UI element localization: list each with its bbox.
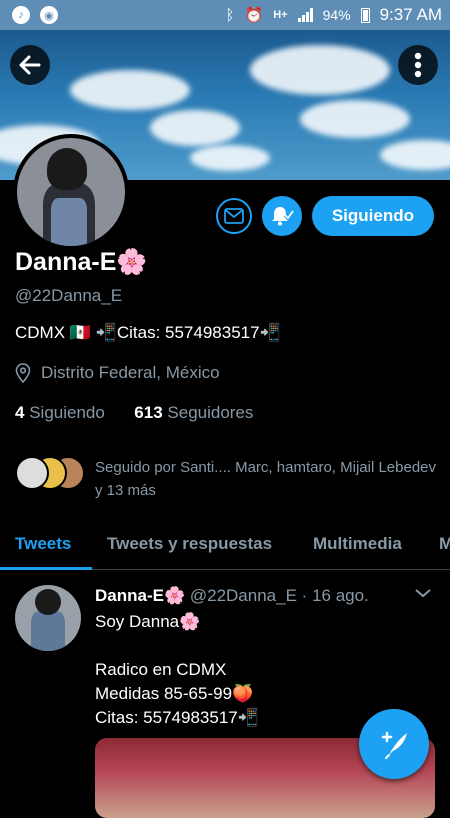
- tab-tweets-replies[interactable]: Tweets y respuestas: [107, 534, 272, 554]
- followed-by-text: Seguido por Santi.... Marc, hamtaro, Mij…: [95, 459, 437, 499]
- tab-tweets[interactable]: Tweets: [15, 534, 71, 554]
- location-pin-icon: [15, 363, 31, 383]
- tweet-date[interactable]: 16 ago.: [312, 586, 369, 605]
- following-button[interactable]: Siguiendo: [311, 196, 434, 236]
- profile-actions: Siguiendo: [215, 196, 434, 236]
- mail-icon: [223, 208, 244, 224]
- tweet-text: Soy Danna🌸 Radico en CDMX Medidas 85-65-…: [95, 610, 259, 730]
- profile-bio: CDMX 🇲🇽 📲Citas: 5574983517📲: [15, 323, 281, 342]
- tweet-header: Danna-E🌸 @22Danna_E · 16 ago.: [95, 586, 369, 606]
- tab-media[interactable]: Multimedia: [313, 534, 402, 554]
- music-note-icon: ♪: [12, 6, 30, 24]
- arrow-left-icon: [19, 55, 41, 75]
- location-text: Distrito Federal, México: [41, 363, 220, 382]
- bluetooth-icon: ᛒ: [225, 6, 235, 24]
- profile-location: Distrito Federal, México: [15, 363, 220, 383]
- avatar: [15, 456, 49, 490]
- following-label: Siguiendo: [29, 403, 105, 422]
- compose-tweet-button[interactable]: [359, 709, 429, 779]
- followers-label: Seguidores: [167, 403, 254, 422]
- tweet-line: Radico en CDMX: [95, 660, 227, 679]
- back-button[interactable]: [10, 45, 50, 85]
- followed-by[interactable]: Seguido por Santi.... Marc, hamtaro, Mij…: [15, 456, 445, 502]
- active-tab-indicator: [0, 567, 92, 570]
- clock: 9:37 AM: [379, 5, 442, 24]
- tweet-avatar[interactable]: [15, 585, 81, 651]
- signal-icon: [297, 8, 313, 22]
- battery-level: 94%: [322, 7, 351, 23]
- following-count: 4: [15, 403, 25, 422]
- tweet-author-name[interactable]: Danna-E🌸: [95, 586, 185, 605]
- tab-likes[interactable]: M: [439, 534, 450, 554]
- tweet-menu-button[interactable]: [414, 586, 432, 604]
- notifications-button[interactable]: [261, 196, 302, 236]
- follower-avatars: [15, 456, 85, 490]
- profile-name: Danna-E🌸: [15, 248, 148, 276]
- maps-icon: ◉: [40, 6, 58, 24]
- compose-feather-icon: [381, 731, 407, 759]
- follow-stats: 4 Siguiendo 613 Seguidores: [15, 403, 253, 423]
- bell-check-icon: [271, 207, 294, 226]
- status-bar: ♪ ◉ ᛒ ⏰ H+ 94% 9:37 AM: [0, 0, 450, 30]
- followers-link[interactable]: 613 Seguidores: [134, 403, 253, 422]
- tweet-author-handle[interactable]: @22Danna_E: [190, 586, 297, 605]
- profile-avatar[interactable]: [13, 134, 129, 250]
- battery-icon: [360, 7, 370, 23]
- more-options-button[interactable]: [398, 45, 438, 85]
- profile-handle: @22Danna_E: [15, 286, 123, 305]
- tweet-separator: ·: [301, 586, 308, 605]
- followers-count: 613: [134, 403, 163, 422]
- alarm-icon: ⏰: [244, 7, 264, 24]
- message-button[interactable]: [215, 198, 252, 234]
- following-link[interactable]: 4 Siguiendo: [15, 403, 105, 422]
- profile-tabs: Tweets Tweets y respuestas Multimedia M: [0, 520, 450, 570]
- chevron-down-icon: [415, 589, 431, 598]
- tweet-line: Citas: 5574983517📲: [95, 708, 259, 727]
- tweet-line: Medidas 85-65-99🍑: [95, 684, 254, 703]
- tweet-line: [95, 634, 259, 658]
- tweet-line: Soy Danna🌸: [95, 612, 201, 631]
- more-vertical-icon: [414, 52, 422, 78]
- network-type: H+: [273, 9, 288, 21]
